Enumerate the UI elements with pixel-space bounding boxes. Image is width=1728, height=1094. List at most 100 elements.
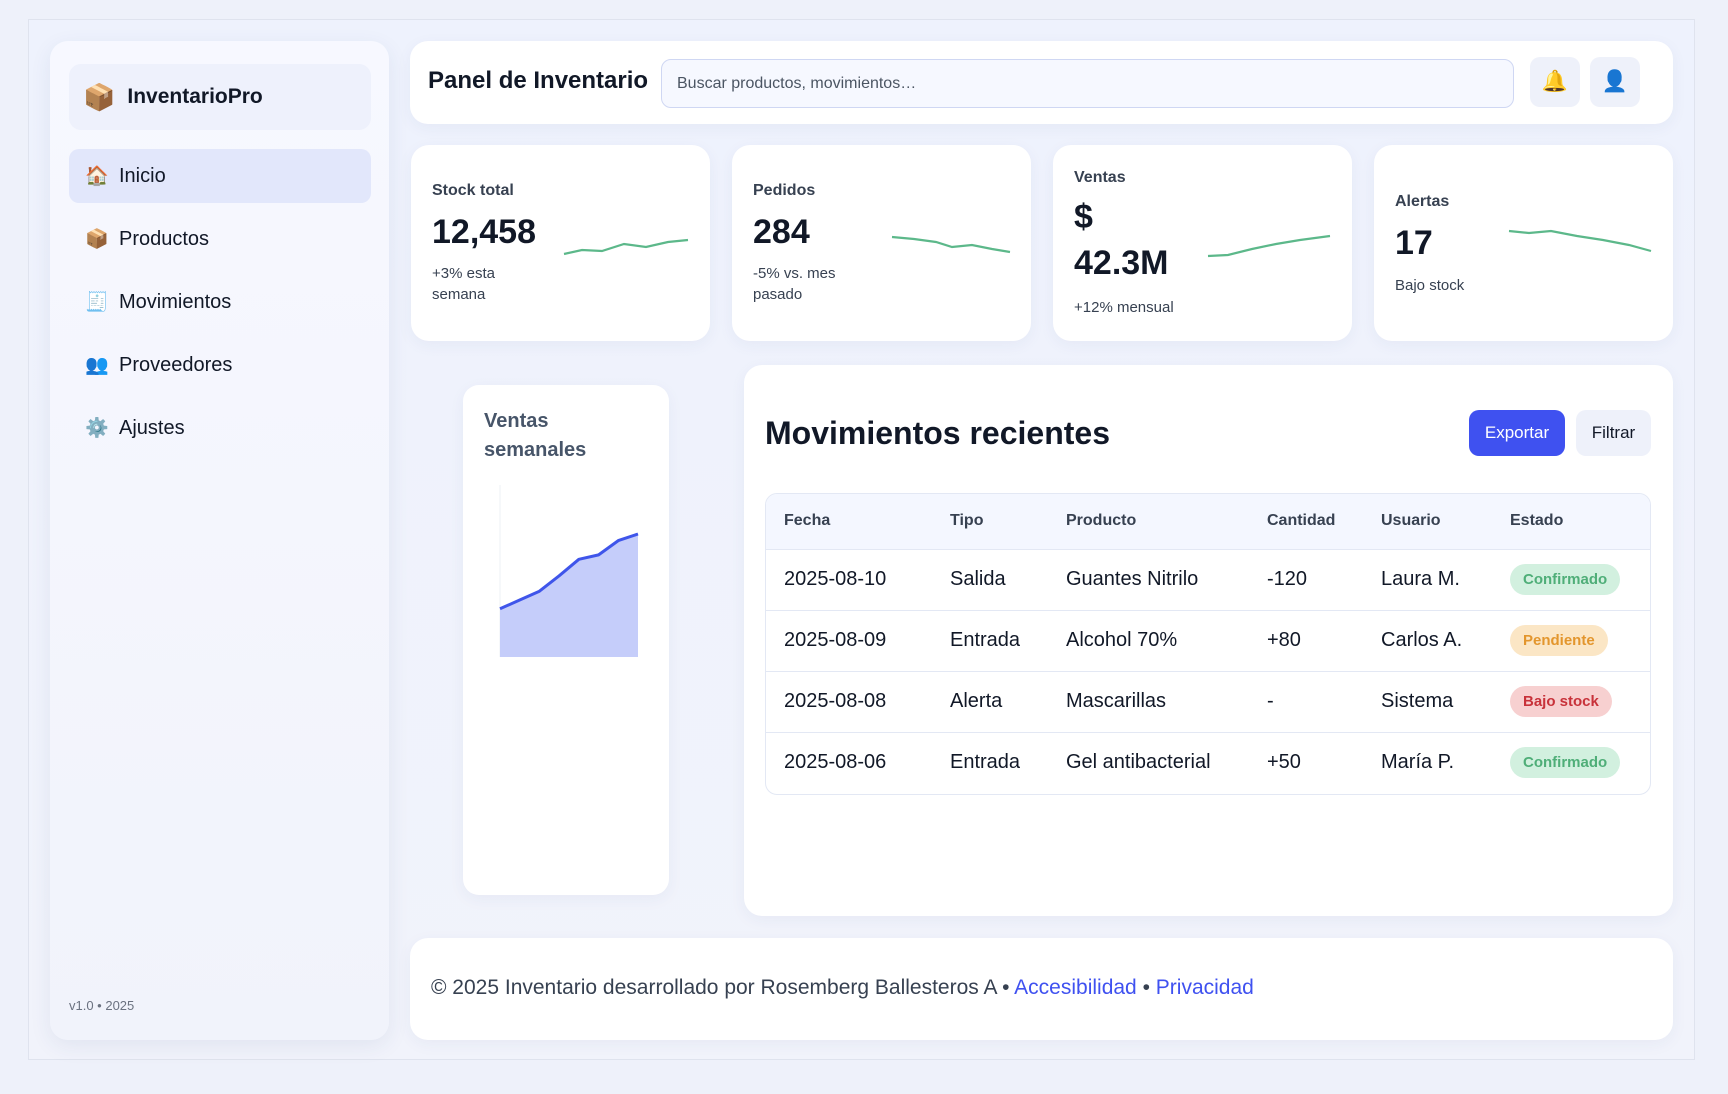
footer-text-line: © 2025 Inventario desarrollado por Rosem… [431, 976, 1254, 1000]
section-title: Movimientos recientes [765, 415, 1110, 451]
cell-cantidad: - [1249, 671, 1363, 733]
status-badge: Bajo stock [1510, 686, 1612, 717]
stat-sub: +3% esta semana [432, 265, 495, 303]
footer-copyright: © 2025 Inventario desarrollado por Rosem… [431, 976, 1010, 999]
bell-icon: 🔔 [1541, 70, 1569, 93]
brand-name: InventarioPro [127, 85, 263, 108]
column-header-cantidad[interactable]: Cantidad [1249, 494, 1363, 550]
cell-estado: Confirmado [1492, 732, 1650, 793]
stat-value: 284 [753, 213, 810, 251]
cell-fecha: 2025-08-10 [766, 549, 932, 611]
gear-icon: ⚙️ [85, 418, 109, 439]
top-bar: Panel de Inventario 🔔 👤 [410, 41, 1673, 124]
cell-estado: Confirmado [1492, 549, 1650, 611]
stat-sub: -5% vs. mes pasado [753, 265, 836, 303]
sparkline-line [891, 235, 1011, 254]
stat-card-alertas: Alertas 17 Bajo stock [1374, 145, 1673, 341]
stat-sub: +12% mensual [1074, 299, 1174, 316]
status-badge: Confirmado [1510, 564, 1621, 595]
column-header-fecha[interactable]: Fecha [766, 494, 932, 550]
filter-button[interactable]: Filtrar [1576, 410, 1651, 456]
recent-movements-card: Movimientos recientes Exportar Filtrar F… [744, 365, 1673, 916]
box-icon: 📦 [85, 229, 109, 250]
table-row[interactable]: 2025-08-09 Entrada Alcohol 70% +80 Carlo… [766, 610, 1650, 672]
stat-value: 17 [1395, 224, 1433, 262]
status-badge: Confirmado [1510, 747, 1621, 779]
sparkline-line [1207, 234, 1331, 258]
cell-fecha: 2025-08-08 [766, 671, 932, 733]
cell-tipo: Entrada [932, 610, 1048, 672]
box-logo-icon: 📦 [83, 81, 116, 112]
cell-cantidad: -120 [1249, 549, 1363, 611]
table-header-row: Fecha Tipo Producto Cantidad Usuario Est… [766, 494, 1650, 550]
cell-estado: Bajo stock [1492, 671, 1650, 733]
sparkline-chart [891, 235, 1011, 254]
cell-usuario: Laura M. [1363, 549, 1492, 611]
user-icon: 👤 [1601, 70, 1629, 93]
cell-tipo: Salida [932, 549, 1048, 611]
home-icon: 🏠 [85, 166, 109, 187]
sparkline-chart [1207, 234, 1331, 258]
sidebar-item-movimientos[interactable]: 🧾 Movimientos [69, 275, 371, 329]
people-icon: 👥 [85, 355, 109, 376]
sidebar-item-label: Movimientos [119, 290, 232, 313]
search-input[interactable] [661, 59, 1514, 108]
receipt-icon: 🧾 [85, 292, 109, 313]
stat-label: Ventas [1074, 169, 1126, 186]
column-header-producto[interactable]: Producto [1048, 494, 1249, 550]
cell-usuario: Sistema [1363, 671, 1492, 733]
cell-usuario: María P. [1381, 751, 1454, 774]
stat-label: Stock total [432, 182, 514, 199]
column-header-tipo[interactable]: Tipo [932, 494, 1048, 550]
sidebar-item-label: Productos [119, 227, 210, 250]
export-button[interactable]: Exportar [1469, 410, 1565, 456]
cell-fecha: 2025-08-06 [784, 751, 887, 774]
cell-producto: Mascarillas [1048, 671, 1249, 733]
table-row[interactable]: 2025-08-10 Salida Guantes Nitrilo -120 L… [766, 549, 1650, 611]
cell-cantidad: +50 [1267, 751, 1301, 774]
stat-sub: Bajo stock [1395, 277, 1465, 294]
notifications-button[interactable]: 🔔 [1530, 57, 1580, 107]
stat-value: 12,458 [432, 213, 536, 251]
weekly-sales-area [500, 534, 638, 657]
cell-producto: Gel antibacterial [1066, 751, 1211, 774]
stat-card-stock: Stock total 12,458 +3% esta semana [411, 145, 710, 341]
column-header-estado[interactable]: Estado [1492, 494, 1650, 550]
cell-producto: Guantes Nitrilo [1048, 549, 1249, 611]
privacy-link[interactable]: Privacidad [1156, 976, 1254, 999]
sidebar-item-productos[interactable]: 📦 Productos [69, 212, 371, 266]
brand[interactable]: 📦 InventarioPro [69, 64, 371, 130]
movements-table-wrapper: Fecha Tipo Producto Cantidad Usuario Est… [765, 493, 1651, 795]
column-header-usuario[interactable]: Usuario [1363, 494, 1492, 550]
cell-estado: Pendiente [1492, 610, 1650, 672]
accessibility-link[interactable]: Accesibilidad [1014, 976, 1137, 999]
table-row[interactable]: 2025-08-06 Entrada Gel antibacterial +50… [766, 732, 1650, 793]
sidebar-item-inicio[interactable]: 🏠 Inicio [69, 149, 371, 203]
cell-producto: Alcohol 70% [1048, 610, 1249, 672]
table-row[interactable]: 2025-08-08 Alerta Mascarillas - Sistema … [766, 671, 1650, 733]
version-label: v1.0 • 2025 [69, 998, 135, 1013]
sidebar-item-proveedores[interactable]: 👥 Proveedores [69, 338, 371, 392]
sparkline-chart [1508, 229, 1652, 253]
movements-table: Fecha Tipo Producto Cantidad Usuario Est… [766, 494, 1650, 793]
stat-label: Alertas [1395, 193, 1450, 210]
sparkline-line [1508, 229, 1652, 253]
sparkline-line [563, 238, 689, 256]
stat-label: Pedidos [753, 182, 816, 199]
page-title: Panel de Inventario [428, 67, 649, 94]
cell-usuario: Carlos A. [1363, 610, 1492, 672]
status-badge: Pendiente [1510, 625, 1608, 656]
cell-tipo: Entrada [950, 751, 1021, 774]
sidebar-item-label: Proveedores [119, 353, 233, 376]
footer-separator: • [1142, 976, 1150, 999]
sidebar-item-label: Inicio [119, 164, 166, 187]
stat-value: $ 42.3M [1074, 198, 1169, 282]
footer: © 2025 Inventario desarrollado por Rosem… [410, 938, 1673, 1040]
stat-card-ventas: Ventas $ 42.3M +12% mensual [1053, 145, 1352, 341]
user-button[interactable]: 👤 [1590, 57, 1640, 107]
sidebar-item-ajustes[interactable]: ⚙️ Ajustes [69, 401, 371, 455]
sparkline-chart [563, 238, 689, 256]
cell-fecha: 2025-08-09 [766, 610, 932, 672]
weekly-sales-title: Ventas semanales [484, 410, 587, 461]
sidebar-item-label: Ajustes [119, 416, 185, 439]
